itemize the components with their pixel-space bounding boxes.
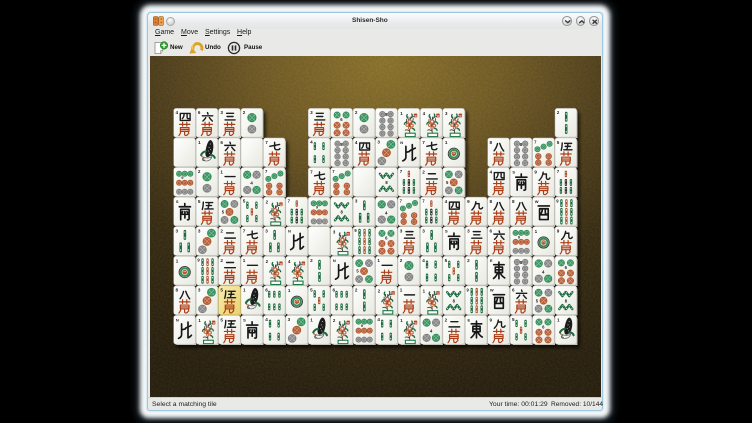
svg-text:W: W bbox=[490, 288, 494, 293]
svg-text:N: N bbox=[176, 317, 179, 322]
svg-text:1: 1 bbox=[445, 140, 448, 145]
svg-text:4: 4 bbox=[445, 199, 448, 204]
svg-text:5: 5 bbox=[310, 287, 313, 292]
svg-text:N: N bbox=[288, 229, 291, 234]
svg-text:2: 2 bbox=[243, 110, 246, 115]
svg-text:2: 2 bbox=[467, 258, 470, 263]
svg-text:2: 2 bbox=[445, 317, 448, 322]
svg-text:2: 2 bbox=[355, 110, 358, 115]
svg-text:2: 2 bbox=[400, 258, 403, 263]
svg-text:4: 4 bbox=[176, 110, 179, 115]
svg-text:E: E bbox=[490, 258, 493, 263]
svg-text:9: 9 bbox=[534, 169, 537, 174]
svg-text:5: 5 bbox=[220, 317, 223, 322]
svg-text:5: 5 bbox=[243, 199, 246, 204]
svg-text:7: 7 bbox=[265, 140, 268, 145]
svg-text:3: 3 bbox=[355, 199, 358, 204]
svg-text:9: 9 bbox=[490, 317, 493, 322]
svg-text:1: 1 bbox=[535, 229, 538, 234]
svg-text:3: 3 bbox=[176, 228, 179, 233]
svg-text:E: E bbox=[467, 317, 470, 322]
svg-text:5: 5 bbox=[557, 140, 560, 145]
svg-text:2: 2 bbox=[355, 287, 358, 292]
svg-text:2: 2 bbox=[198, 169, 201, 174]
svg-text:1: 1 bbox=[198, 140, 201, 145]
svg-text:1: 1 bbox=[176, 259, 179, 264]
svg-text:2: 2 bbox=[220, 229, 223, 234]
svg-text:9: 9 bbox=[557, 229, 560, 234]
svg-text:7: 7 bbox=[310, 169, 313, 174]
svg-text:8: 8 bbox=[176, 288, 179, 293]
svg-text:3: 3 bbox=[265, 228, 268, 233]
svg-text:1: 1 bbox=[243, 258, 246, 263]
svg-text:S: S bbox=[243, 317, 246, 322]
svg-text:5: 5 bbox=[198, 199, 201, 204]
svg-text:2: 2 bbox=[557, 110, 560, 115]
svg-text:3: 3 bbox=[400, 229, 403, 234]
svg-text:5: 5 bbox=[220, 288, 223, 293]
svg-text:3: 3 bbox=[467, 229, 470, 234]
svg-text:8: 8 bbox=[490, 140, 493, 145]
svg-text:3: 3 bbox=[198, 287, 201, 292]
svg-text:W: W bbox=[535, 199, 539, 204]
svg-text:3: 3 bbox=[198, 228, 201, 233]
svg-text:1: 1 bbox=[288, 288, 291, 293]
svg-text:9: 9 bbox=[467, 199, 470, 204]
svg-text:4: 4 bbox=[490, 169, 493, 174]
svg-text:1: 1 bbox=[400, 288, 403, 293]
svg-text:2: 2 bbox=[422, 169, 425, 174]
svg-text:6: 6 bbox=[265, 287, 268, 292]
svg-text:5: 5 bbox=[445, 258, 448, 263]
svg-text:6: 6 bbox=[220, 140, 223, 145]
svg-text:3: 3 bbox=[377, 140, 380, 145]
svg-text:4: 4 bbox=[422, 258, 425, 263]
svg-text:1: 1 bbox=[557, 317, 560, 322]
svg-text:3: 3 bbox=[310, 110, 313, 115]
svg-text:N: N bbox=[400, 140, 403, 145]
svg-text:1: 1 bbox=[310, 317, 313, 322]
svg-text:4: 4 bbox=[377, 317, 380, 322]
svg-text:S: S bbox=[176, 199, 179, 204]
svg-text:2: 2 bbox=[310, 258, 313, 263]
svg-text:7: 7 bbox=[422, 140, 425, 145]
svg-text:4: 4 bbox=[310, 140, 313, 145]
svg-text:S: S bbox=[512, 169, 515, 174]
svg-text:S: S bbox=[445, 229, 448, 234]
svg-text:8: 8 bbox=[512, 199, 515, 204]
svg-text:4: 4 bbox=[265, 317, 268, 322]
svg-text:5: 5 bbox=[512, 317, 515, 322]
svg-text:4: 4 bbox=[355, 140, 358, 145]
svg-text:6: 6 bbox=[198, 110, 201, 115]
svg-text:6: 6 bbox=[512, 288, 515, 293]
svg-text:7: 7 bbox=[243, 229, 246, 234]
svg-text:6: 6 bbox=[490, 229, 493, 234]
svg-text:3: 3 bbox=[220, 110, 223, 115]
svg-text:N: N bbox=[333, 258, 336, 263]
svg-text:6: 6 bbox=[333, 287, 336, 292]
svg-text:1: 1 bbox=[220, 169, 223, 174]
svg-text:2: 2 bbox=[220, 258, 223, 263]
svg-text:1: 1 bbox=[243, 288, 246, 293]
svg-text:3: 3 bbox=[422, 228, 425, 233]
svg-text:1: 1 bbox=[377, 258, 380, 263]
svg-text:8: 8 bbox=[490, 199, 493, 204]
svg-text:3: 3 bbox=[288, 317, 291, 322]
